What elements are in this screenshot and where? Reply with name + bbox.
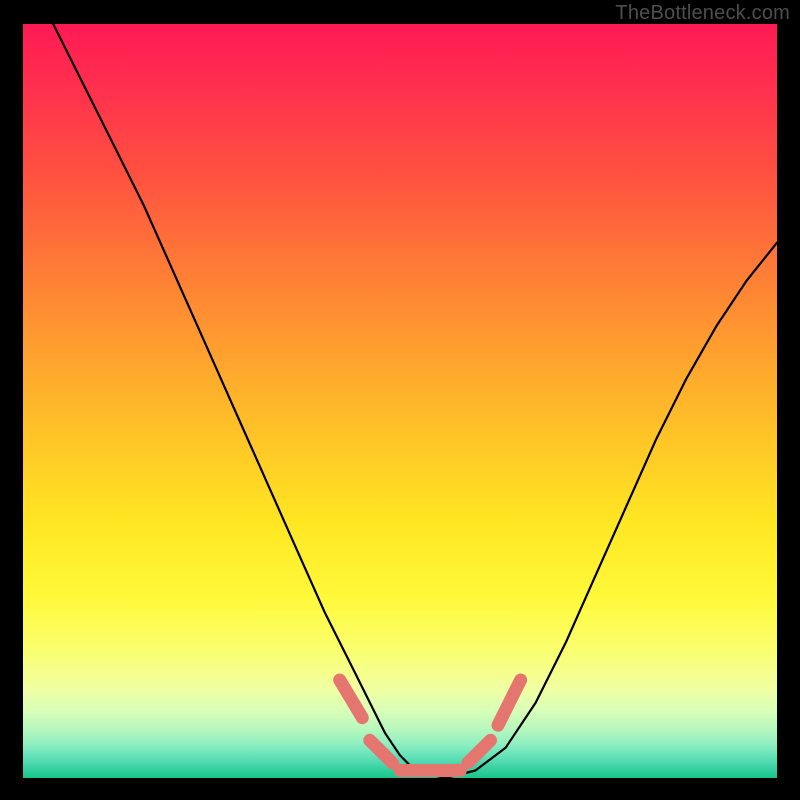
plot-area (23, 24, 777, 778)
dash-left-2 (370, 740, 393, 763)
bottleneck-curve (53, 24, 777, 778)
dash-left-1 (340, 680, 363, 718)
dash-right-1 (468, 740, 491, 763)
curve-svg (23, 24, 777, 778)
chart-frame: TheBottleneck.com (0, 0, 800, 800)
dash-right-2 (498, 680, 521, 725)
watermark-text: TheBottleneck.com (615, 2, 790, 25)
